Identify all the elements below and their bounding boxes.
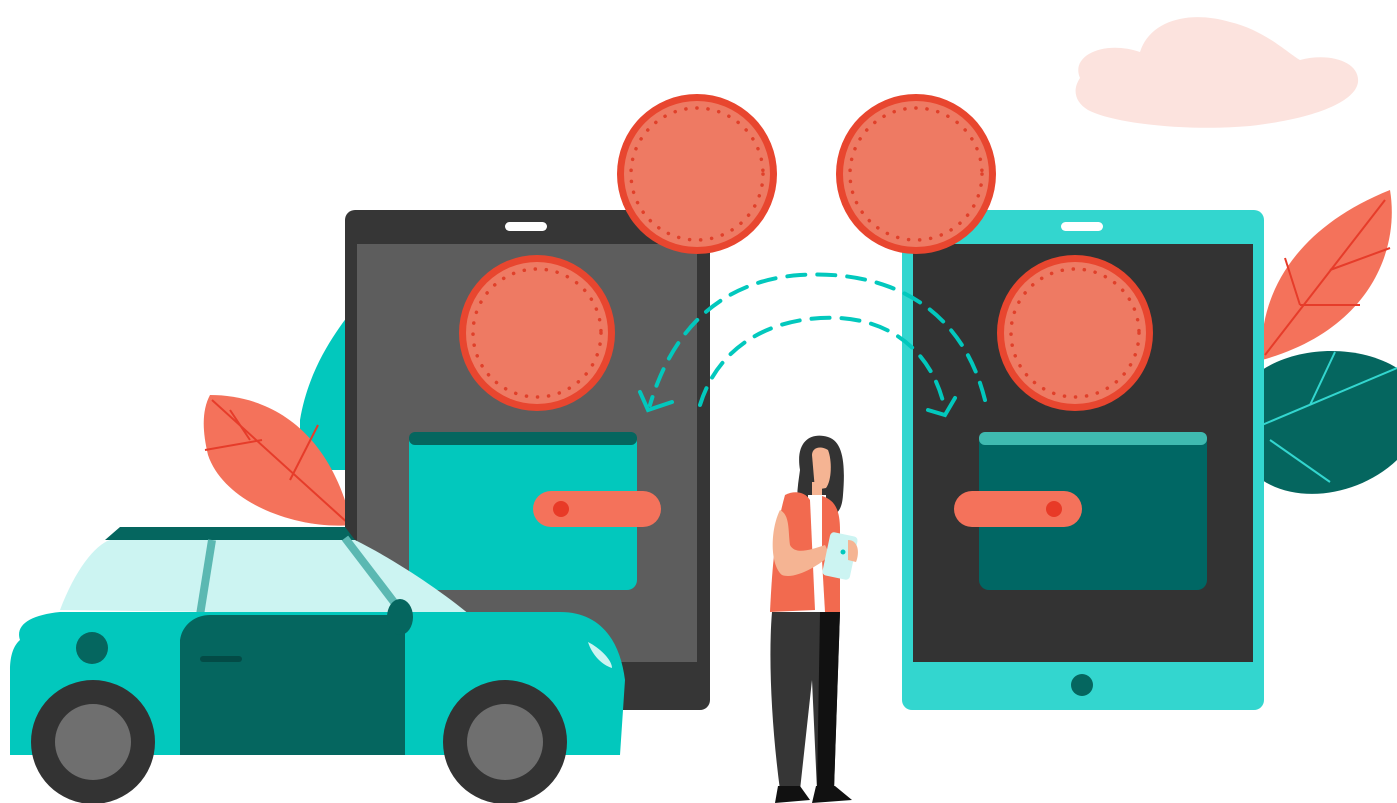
right-leaf-orange: [1261, 190, 1392, 360]
home-button: [1071, 674, 1093, 696]
illustration-scene: [10, 17, 1397, 803]
right-leaf-teal: [1261, 350, 1397, 494]
coin-icon: [997, 255, 1153, 411]
rim: [467, 704, 543, 780]
wallet-icon: [954, 432, 1207, 590]
speaker-slot: [505, 222, 547, 231]
coin-icon: [836, 94, 996, 254]
rim: [55, 704, 131, 780]
coin-icon: [617, 94, 777, 254]
wallet-icon: [409, 432, 661, 590]
speaker-slot: [1061, 222, 1103, 231]
coin-icon: [459, 255, 615, 411]
woman-with-phone: [770, 435, 858, 803]
cloud: [1075, 17, 1359, 128]
